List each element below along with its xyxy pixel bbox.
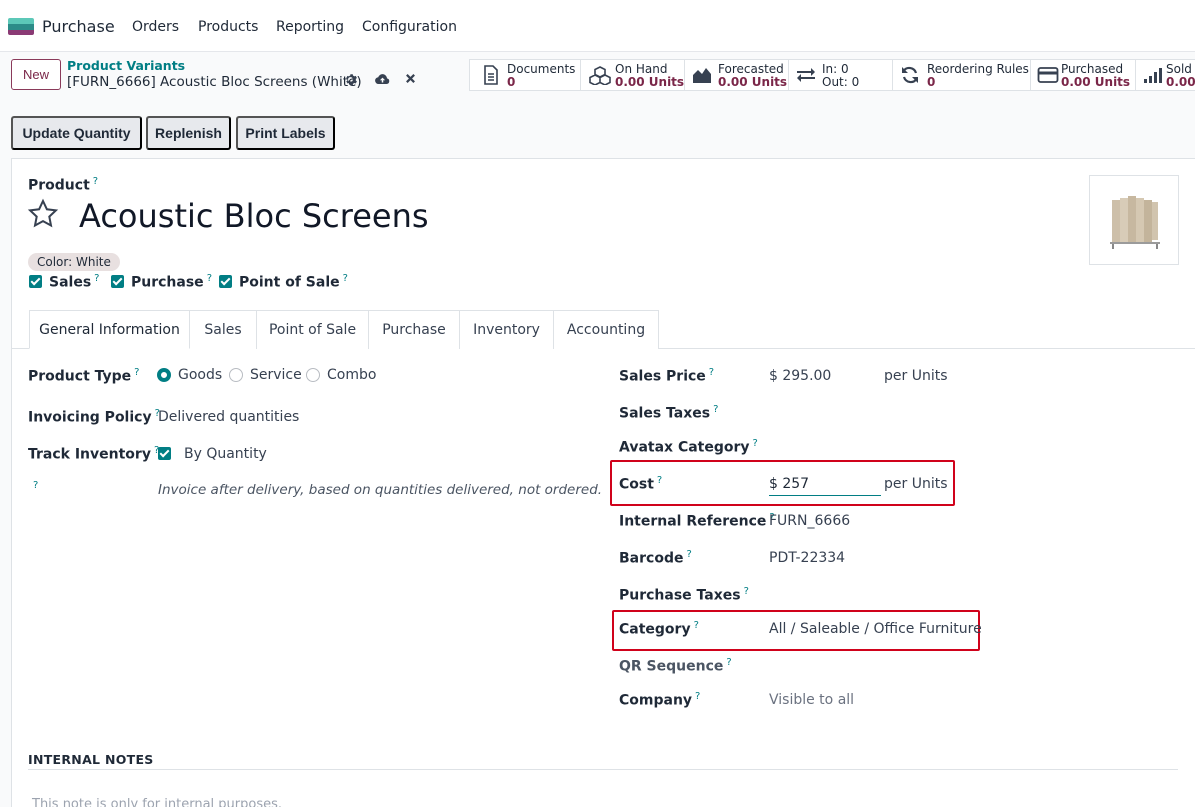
print-labels-button[interactable]: Print Labels <box>236 116 335 150</box>
notes-divider <box>28 769 1178 770</box>
favorite-star-icon[interactable] <box>27 198 59 230</box>
track-inventory-mode[interactable]: By Quantity <box>184 446 267 462</box>
purchased-smart-button[interactable]: Purchased 0.00 Units <box>1031 60 1136 90</box>
exchange-icon <box>797 68 815 82</box>
update-quantity-button[interactable]: Update Quantity <box>11 116 142 150</box>
in-out-smart-button[interactable]: In: 0 Out: 0 <box>789 60 893 90</box>
internal-reference-field[interactable]: FURN_6666 <box>769 513 850 529</box>
point-of-sale-checkbox[interactable] <box>219 275 232 288</box>
help-icon[interactable]: ? <box>33 480 38 491</box>
barcode-label: Barcode? <box>619 549 692 567</box>
tab-accounting[interactable]: Accounting <box>553 310 659 349</box>
tab-sales[interactable]: Sales <box>189 310 257 349</box>
avatax-category-label: Avatax Category? <box>619 438 758 456</box>
discard-icon[interactable] <box>405 73 416 88</box>
cubes-icon <box>589 66 611 85</box>
track-inventory-checkbox[interactable] <box>158 447 171 460</box>
product-type-label: Product Type? <box>28 367 140 385</box>
invoicing-policy-label: Invoicing Policy? <box>28 408 160 426</box>
sales-price-field[interactable]: $ 295.00 <box>769 368 831 384</box>
category-field[interactable]: All / Saleable / Office Furniture <box>769 621 982 637</box>
sales-checkbox[interactable] <box>29 275 42 288</box>
invoicing-hint: Invoice after delivery, based on quantit… <box>158 482 603 498</box>
service-radio-label: Service <box>250 367 302 383</box>
documents-smart-button[interactable]: Documents 0 <box>470 60 581 90</box>
on-hand-smart-button[interactable]: On Hand 0.00 Units <box>581 60 685 90</box>
company-field[interactable]: Visible to all <box>769 692 854 708</box>
top-navbar: Purchase Orders Products Reporting Confi… <box>0 0 1195 52</box>
product-name[interactable]: Acoustic Bloc Screens <box>79 197 429 235</box>
sales-taxes-label: Sales Taxes? <box>619 404 719 422</box>
sales-checkbox-label: Sales? <box>49 273 100 291</box>
refresh-icon <box>902 66 918 84</box>
goods-radio[interactable] <box>157 368 171 382</box>
menu-products[interactable]: Products <box>198 19 258 35</box>
company-label: Company? <box>619 691 701 709</box>
point-of-sale-checkbox-label: Point of Sale? <box>239 273 348 291</box>
purchase-checkbox-label: Purchase? <box>131 273 212 291</box>
smart-buttons-bar: Documents 0 On Hand 0.00 Units Forecaste… <box>469 59 1195 91</box>
menu-configuration[interactable]: Configuration <box>362 19 457 35</box>
invoicing-policy-field[interactable]: Delivered quantities <box>158 409 299 425</box>
cost-input[interactable]: $ 257 <box>769 476 881 496</box>
purchase-checkbox[interactable] <box>111 275 124 288</box>
app-name[interactable]: Purchase <box>42 17 115 36</box>
forecasted-smart-button[interactable]: Forecasted 0.00 Units <box>685 60 789 90</box>
tab-inventory[interactable]: Inventory <box>459 310 554 349</box>
tab-point-of-sale[interactable]: Point of Sale <box>256 310 369 349</box>
qr-sequence-label: QR Sequence? <box>619 657 732 675</box>
combo-radio[interactable] <box>306 368 320 382</box>
cost-unit: per Units <box>884 476 948 492</box>
sales-price-label: Sales Price? <box>619 367 715 385</box>
product-image[interactable] <box>1089 175 1179 265</box>
new-button[interactable]: New <box>11 59 61 90</box>
breadcrumb-parent-link[interactable]: Product Variants <box>67 58 185 73</box>
help-icon: ? <box>92 176 99 187</box>
cloud-upload-icon[interactable] <box>375 73 390 90</box>
breadcrumb-current: [FURN_6666] Acoustic Bloc Screens (White… <box>67 74 362 90</box>
product-section-label: Product? <box>28 176 99 194</box>
category-label: Category? <box>619 620 699 638</box>
gear-icon[interactable] <box>344 73 357 90</box>
cost-label: Cost? <box>619 475 663 493</box>
combo-radio-label: Combo <box>327 367 377 383</box>
acoustic-screen-image <box>1110 196 1160 249</box>
reordering-rules-smart-button[interactable]: Reordering Rules 0 <box>893 60 1031 90</box>
internal-reference-label: Internal Reference? <box>619 512 775 530</box>
track-inventory-label: Track Inventory? <box>28 445 160 463</box>
goods-radio-label: Goods <box>178 367 223 383</box>
sales-price-unit: per Units <box>884 368 948 384</box>
signal-icon <box>1144 68 1162 83</box>
barcode-field[interactable]: PDT-22334 <box>769 550 845 566</box>
menu-orders[interactable]: Orders <box>132 19 179 35</box>
tab-purchase[interactable]: Purchase <box>368 310 460 349</box>
document-icon <box>484 65 498 85</box>
credit-card-icon <box>1037 67 1059 83</box>
purchase-taxes-label: Purchase Taxes? <box>619 586 749 604</box>
menu-reporting[interactable]: Reporting <box>276 19 344 35</box>
replenish-button[interactable]: Replenish <box>146 116 231 150</box>
purchase-app-icon[interactable] <box>8 18 34 35</box>
internal-notes-title: INTERNAL NOTES <box>28 752 154 767</box>
attribute-tag: Color: White <box>28 253 120 271</box>
tab-general-information[interactable]: General Information <box>29 310 190 349</box>
area-chart-icon <box>693 68 711 83</box>
internal-notes-input[interactable]: This note is only for internal purposes. <box>32 797 282 807</box>
service-radio[interactable] <box>229 368 243 382</box>
sold-smart-button[interactable]: Sold 0.00 <box>1136 60 1195 90</box>
